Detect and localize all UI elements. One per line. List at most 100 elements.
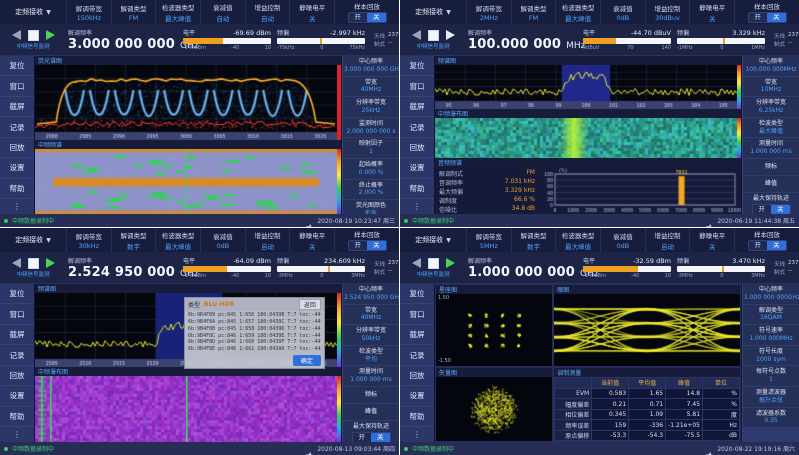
- menu-item-5[interactable]: 静噪电平关: [289, 0, 334, 24]
- param-button-5[interactable]: 频标: [343, 387, 399, 404]
- spectrum-canvas[interactable]: [435, 65, 737, 109]
- sidebar-item-6[interactable]: 帮助: [400, 407, 434, 427]
- menu-item-3[interactable]: 衰减值自动: [200, 0, 245, 24]
- sidebar-item-6[interactable]: 帮助: [0, 407, 34, 427]
- more-options-icon[interactable]: ⋮: [0, 199, 34, 214]
- param-5[interactable]: 起始概率0.000 %: [343, 159, 399, 180]
- menu-item-1[interactable]: 解调类型数字: [111, 228, 156, 252]
- play-icon[interactable]: [46, 30, 55, 40]
- menu-item-4[interactable]: 增益控制自动: [645, 228, 690, 252]
- sidebar-item-4[interactable]: 回放: [400, 138, 434, 158]
- param-1[interactable]: 带宽40MHz: [343, 305, 399, 326]
- sidebar-item-2[interactable]: 截屏: [400, 97, 434, 117]
- more-options-icon[interactable]: ⋮: [400, 427, 434, 442]
- sidebar-item-3[interactable]: 记录: [400, 117, 434, 137]
- play-icon[interactable]: [446, 30, 455, 40]
- toggle-off-option[interactable]: 关: [767, 241, 786, 250]
- sidebar-item-3[interactable]: 记录: [400, 345, 434, 365]
- sidebar-item-5[interactable]: 设置: [0, 386, 34, 406]
- toggle-off-option[interactable]: 关: [767, 13, 786, 22]
- menu-item-2[interactable]: 检波器类型最大峰值: [555, 0, 600, 24]
- sidebar-item-1[interactable]: 窗口: [0, 304, 34, 324]
- toggle-on-option[interactable]: 开: [749, 241, 768, 250]
- param-0[interactable]: 中心频率2.524 950 000 GHz: [343, 284, 399, 305]
- param-3[interactable]: 符号长度1000 sym: [743, 346, 799, 367]
- stop-icon[interactable]: [428, 30, 439, 41]
- sidebar-item-5[interactable]: 设置: [400, 386, 434, 406]
- menu-item-2[interactable]: 检波器类型最大峰值: [155, 0, 200, 24]
- param-1[interactable]: 带宽40MHz: [343, 77, 399, 98]
- toggle-off-option[interactable]: 关: [367, 241, 386, 250]
- menu-item-4[interactable]: 增益控制自动: [245, 0, 290, 24]
- param-1[interactable]: 解调类型16QAM: [743, 305, 799, 326]
- menu-item-5[interactable]: 静噪电平关: [289, 228, 334, 252]
- sidebar-item-6[interactable]: 帮助: [400, 179, 434, 199]
- menu-item-4[interactable]: 增益控制30dBuv: [645, 0, 690, 24]
- param-4[interactable]: 测量时间1.000 000 ms: [343, 366, 399, 387]
- toggle-off-option[interactable]: 关: [771, 205, 790, 214]
- mode-selector[interactable]: 定频接收▼: [0, 228, 66, 252]
- demod-frequency-value[interactable]: 1.000 000 000: [468, 265, 575, 280]
- param-1[interactable]: 带宽10MHz: [743, 77, 799, 98]
- param-3[interactable]: 检波类型最大峰值: [743, 118, 799, 139]
- sidebar-item-4[interactable]: 回放: [400, 366, 434, 386]
- param-7[interactable]: 荧光图颜色彩色: [343, 200, 399, 214]
- param-5[interactable]: 测量滤波器根升余弦: [743, 387, 799, 408]
- waterfall-canvas[interactable]: [435, 118, 737, 158]
- toggle-on-option[interactable]: 开: [353, 433, 372, 442]
- stop-icon[interactable]: [428, 258, 439, 269]
- previous-icon[interactable]: [412, 258, 421, 268]
- waterfall-canvas[interactable]: [35, 376, 337, 443]
- menu-item-3[interactable]: 衰减值0dB: [200, 228, 245, 252]
- audio-spectrum-canvas[interactable]: [539, 167, 741, 214]
- sidebar-item-0[interactable]: 复位: [0, 284, 34, 304]
- ok-button[interactable]: 确定: [293, 355, 321, 366]
- param-button-5[interactable]: 频标: [743, 159, 799, 176]
- speaker-icon[interactable]: [706, 217, 714, 225]
- menu-item-0[interactable]: 解调带宽2MHz: [466, 0, 511, 24]
- vector-canvas[interactable]: [436, 377, 552, 441]
- sidebar-item-0[interactable]: 复位: [400, 56, 434, 76]
- eye-diagram-canvas[interactable]: [554, 294, 740, 366]
- param-3[interactable]: 监测时间2.000 000 000 s: [343, 118, 399, 139]
- sidebar-item-1[interactable]: 窗口: [400, 76, 434, 96]
- constellation-canvas[interactable]: [436, 294, 552, 366]
- sidebar-item-3[interactable]: 记录: [0, 345, 34, 365]
- sidebar-item-4[interactable]: 回放: [0, 138, 34, 158]
- more-options-icon[interactable]: ⋮: [0, 427, 34, 442]
- stop-icon[interactable]: [28, 258, 39, 269]
- sidebar-item-4[interactable]: 回放: [0, 366, 34, 386]
- speaker-icon[interactable]: [306, 445, 314, 453]
- param-4[interactable]: 测量时间1.000 000 ms: [743, 138, 799, 159]
- param-0[interactable]: 中心频率1.000 000 000GHz: [743, 284, 799, 305]
- sidebar-item-1[interactable]: 窗口: [400, 304, 434, 324]
- sidebar-item-5[interactable]: 设置: [0, 158, 34, 178]
- sample-playback-toggle[interactable]: 开关: [748, 12, 787, 23]
- param-2[interactable]: 分辨率带宽50kHz: [343, 325, 399, 346]
- sidebar-item-5[interactable]: 设置: [400, 158, 434, 178]
- param-2[interactable]: 符号速率1.000 000MHz: [743, 325, 799, 346]
- menu-item-4[interactable]: 增益控制自动: [245, 228, 290, 252]
- demod-frequency-value[interactable]: 3.000 000 000: [68, 37, 175, 52]
- menu-item-3[interactable]: 衰减值0dB: [600, 228, 645, 252]
- demod-frequency-value[interactable]: 100.000 000: [468, 37, 561, 52]
- param-toggle-switch[interactable]: 开关: [352, 432, 391, 442]
- mode-selector[interactable]: 定频接收▼: [0, 0, 66, 24]
- sidebar-item-3[interactable]: 记录: [0, 117, 34, 137]
- menu-item-0[interactable]: 解调带宽150kHz: [66, 0, 111, 24]
- toggle-on-option[interactable]: 开: [349, 13, 368, 22]
- menu-item-1[interactable]: 解调类型FM: [111, 0, 156, 24]
- mode-selector[interactable]: 定频接收▼: [400, 228, 466, 252]
- toggle-off-option[interactable]: 关: [367, 13, 386, 22]
- param-0[interactable]: 中心频率3.000 000 000 GHz: [343, 56, 399, 77]
- menu-item-2[interactable]: 检波器类型最大峰值: [555, 228, 600, 252]
- sample-playback-toggle[interactable]: 开关: [748, 240, 787, 251]
- menu-item-1[interactable]: 解调类型数字: [511, 228, 556, 252]
- param-0[interactable]: 中心频率100.000 000MHz: [743, 56, 799, 77]
- sidebar-item-0[interactable]: 复位: [400, 284, 434, 304]
- previous-icon[interactable]: [12, 30, 21, 40]
- back-button[interactable]: 返回: [299, 299, 321, 310]
- sidebar-item-2[interactable]: 截屏: [0, 97, 34, 117]
- menu-item-0[interactable]: 解调带宽30kHz: [66, 228, 111, 252]
- if-spectrum-canvas[interactable]: [35, 149, 337, 214]
